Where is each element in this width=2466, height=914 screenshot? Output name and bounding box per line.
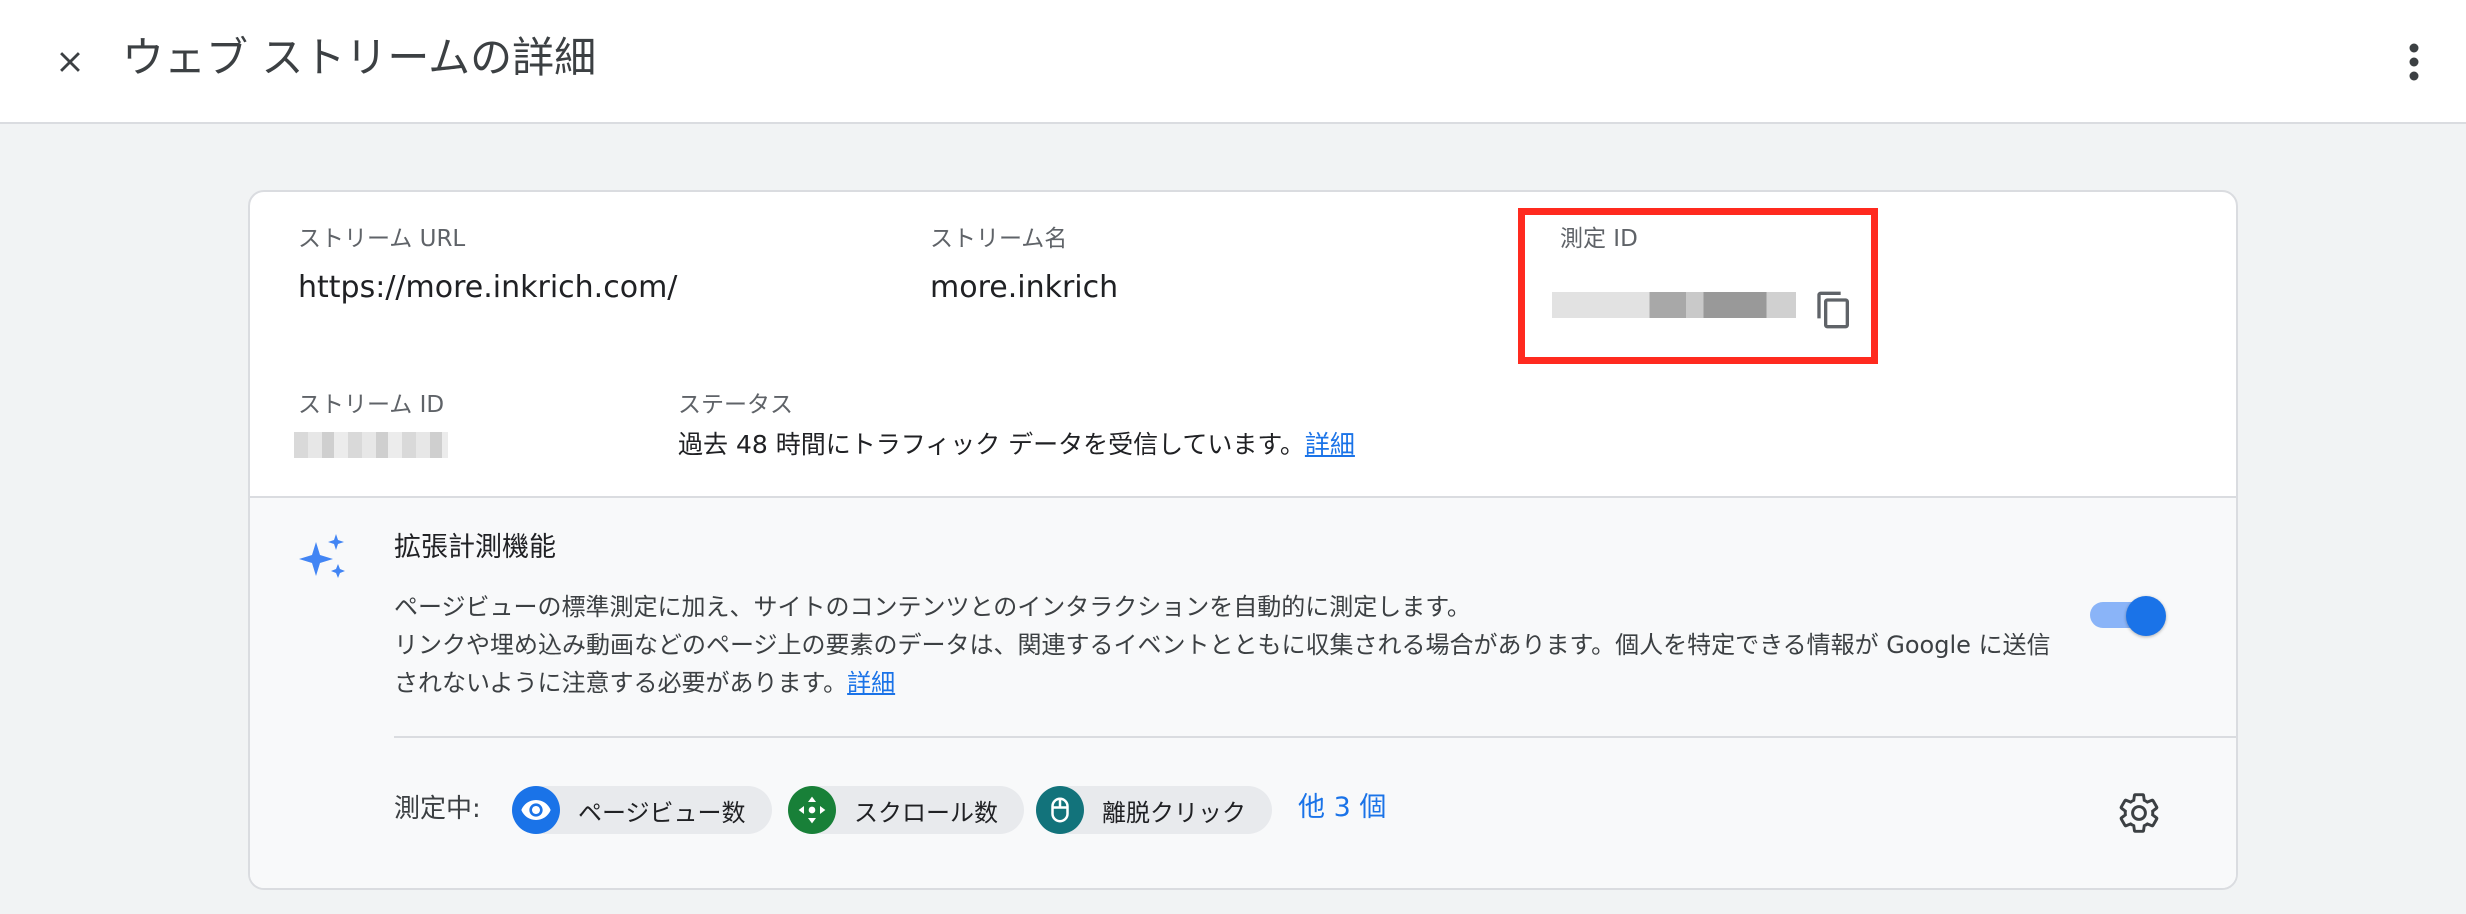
enhanced-measurement-toggle[interactable] [2086,594,2166,636]
status-text: 過去 48 時間にトラフィック データを受信しています。 [678,430,1305,459]
stream-name-value: more.inkrich [930,270,1119,305]
description-details-link[interactable]: 詳細 [847,669,895,697]
stream-id-value-redacted [294,432,448,458]
top-bar: ウェブ ストリームの詳細 [0,0,2466,124]
chip-label: スクロール数 [854,798,998,827]
sparkle-icon [299,534,345,578]
settings-button[interactable] [2114,788,2164,838]
more-vert-icon [2409,43,2419,81]
divider [394,736,2236,738]
stream-url-label: ストリーム URL [298,226,466,252]
chip-page-views[interactable]: ページビュー数 [512,786,772,834]
scroll-arrows-icon [788,786,836,834]
more-options-button[interactable] [2392,34,2436,90]
enhanced-measurement-title: 拡張計測機能 [394,532,556,563]
status-label: ステータス [678,392,793,418]
chip-label: ページビュー数 [578,798,746,827]
chip-scrolls[interactable]: スクロール数 [788,786,1024,834]
copy-icon [1817,291,1849,329]
copy-button[interactable] [1810,284,1858,336]
measurement-id-value-redacted [1552,292,1796,318]
description-line-3: されないように注意する必要があります。 [394,669,848,697]
description-line-2: リンクや埋め込み動画などのページ上の要素のデータは、関連するイベントとともに収集… [394,631,2051,659]
status-details-link[interactable]: 詳細 [1305,430,1355,459]
mouse-icon [1036,786,1084,834]
close-button[interactable] [44,36,96,88]
description-line-3-wrap: されないように注意する必要があります。詳細 [394,664,2064,702]
gear-icon [2119,793,2159,833]
stream-name-label: ストリーム名 [930,226,1068,252]
chip-label: 離脱クリック [1102,798,1246,827]
enhanced-measurement-section: 拡張計測機能 ページビューの標準測定に加え、サイトのコンテンツとのインタラクショ… [250,496,2236,888]
chip-outbound-clicks[interactable]: 離脱クリック [1036,786,1272,834]
measurement-id-label: 測定 ID [1560,226,1638,252]
measuring-label: 測定中: [394,794,481,824]
page-title: ウェブ ストリームの詳細 [122,33,597,82]
toggle-knob [2126,596,2166,636]
enhanced-measurement-description: ページビューの標準測定に加え、サイトのコンテンツとのインタラクションを自動的に測… [394,588,2064,702]
close-icon [60,52,80,72]
more-measurements-link[interactable]: 他 3 個 [1298,790,1386,826]
stream-id-label: ストリーム ID [298,392,445,418]
stream-details-card: ストリーム URL https://more.inkrich.com/ ストリー… [248,190,2238,890]
stream-url-value: https://more.inkrich.com/ [298,270,678,305]
description-line-1: ページビューの標準測定に加え、サイトのコンテンツとのインタラクションを自動的に測… [394,593,1471,621]
eye-icon [512,786,560,834]
status-value: 過去 48 時間にトラフィック データを受信しています。詳細 [678,428,1355,462]
